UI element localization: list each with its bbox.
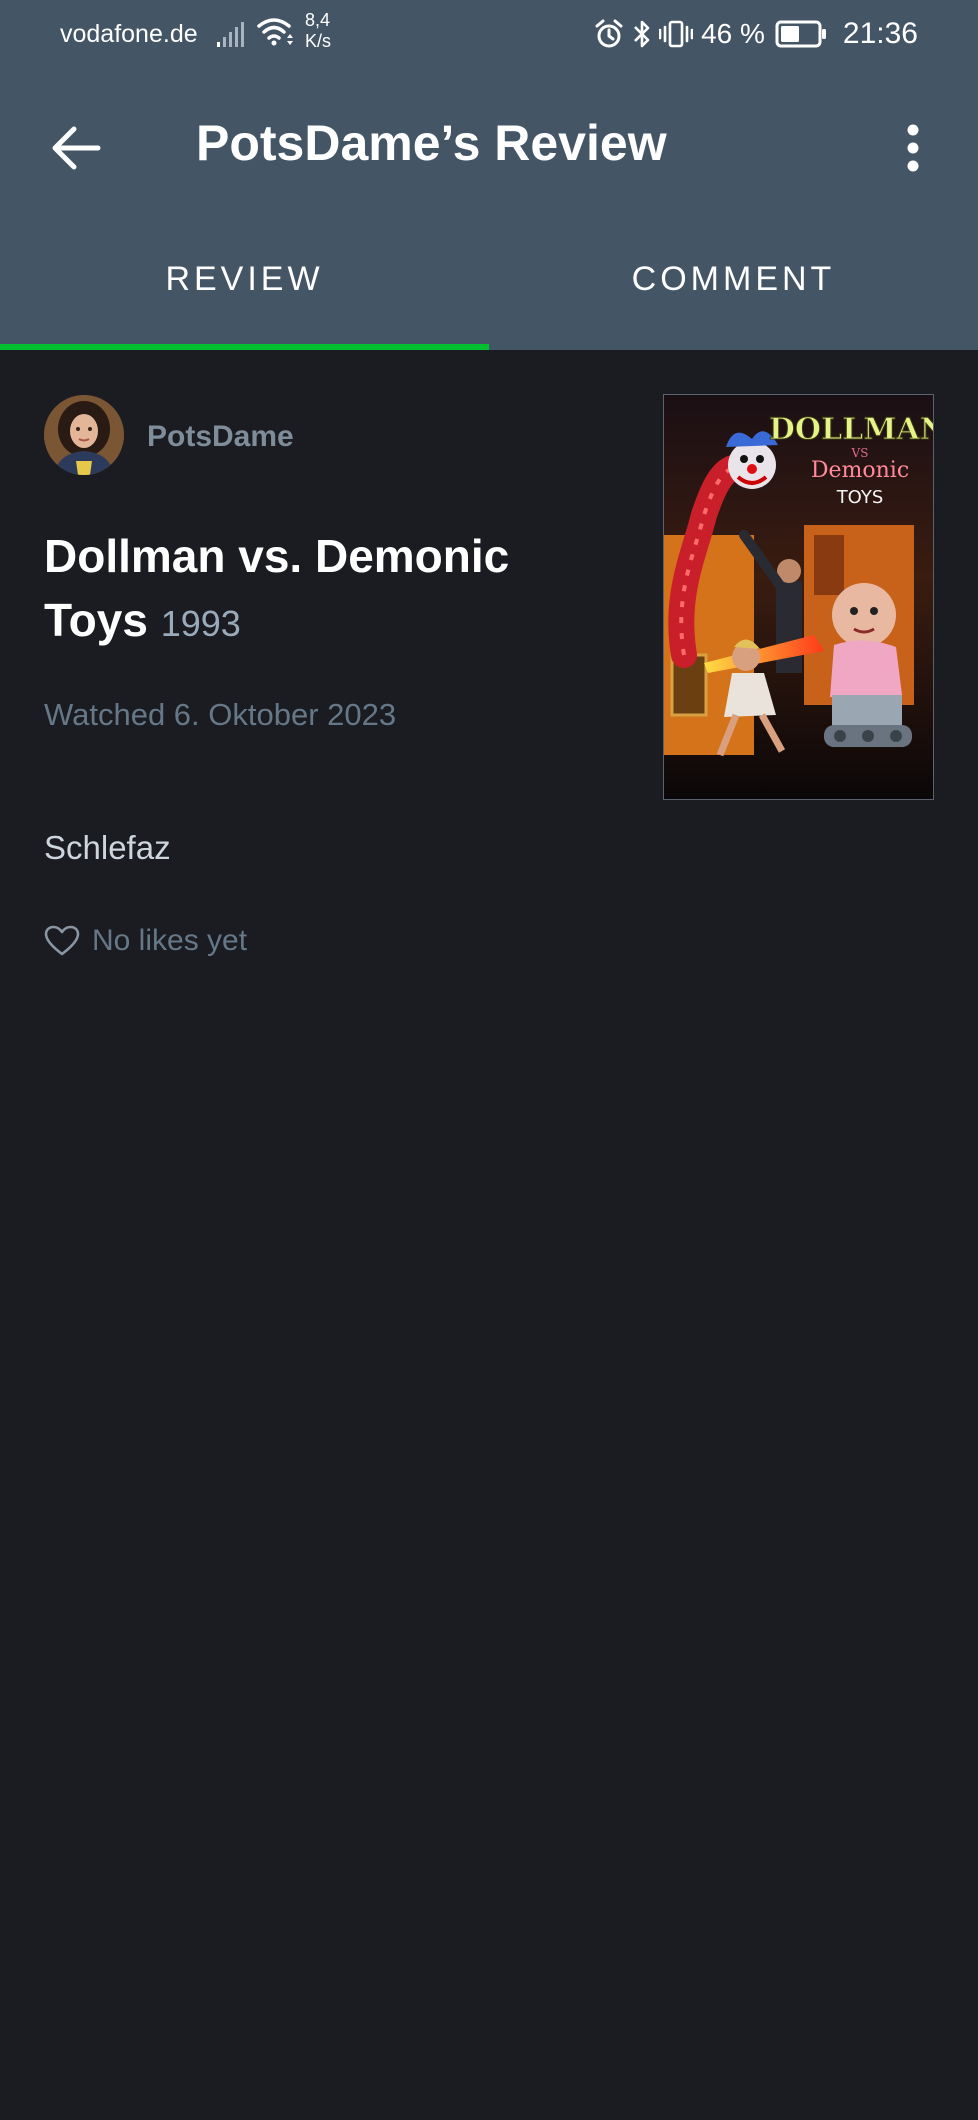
avatar[interactable] (44, 395, 124, 475)
status-icons: 46 % 21:36 (593, 16, 918, 52)
film-title[interactable]: Dollman vs. Demonic Toys 1993 (44, 524, 624, 656)
more-options-button[interactable] (888, 116, 938, 180)
network-speed: 8,4 K/s (305, 10, 331, 52)
likes-row[interactable]: No likes yet (44, 921, 247, 961)
poster-title-line3: Demonic (811, 458, 909, 483)
poster-title-line1: DOLLMAN (769, 412, 933, 447)
film-poster[interactable]: DOLLMAN VS Demonic TOYS (663, 394, 934, 800)
carrier-name: vodafone.de (60, 20, 198, 48)
signal-icon (217, 22, 244, 47)
app-header: PotsDame’s Review REVIEW COMMENT (0, 70, 978, 350)
page-title: PotsDame’s Review (196, 115, 667, 171)
film-title-text: Dollman vs. Demonic Toys (44, 530, 510, 646)
vibrate-icon (659, 20, 694, 48)
poster-artwork: DOLLMAN VS Demonic TOYS (664, 395, 933, 799)
review-text: Schlefaz (44, 829, 171, 866)
status-bar: vodafone.de 8,4 K/s 46 % 21:36 (0, 0, 978, 70)
network-speed-unit: K/s (305, 31, 332, 51)
avatar-image (44, 395, 124, 475)
tab-review[interactable]: REVIEW (0, 240, 489, 350)
more-vertical-icon (907, 124, 919, 172)
film-year: 1993 (160, 603, 241, 644)
likes-count: No likes yet (92, 924, 248, 957)
tab-bar: REVIEW COMMENT (0, 240, 978, 350)
battery-percent: 46 % (701, 18, 765, 49)
author-name[interactable]: PotsDame (147, 420, 294, 454)
battery-icon (775, 20, 826, 48)
back-button[interactable] (44, 116, 108, 180)
alarm-icon (595, 19, 623, 48)
bluetooth-icon (634, 20, 650, 48)
clock: 21:36 (842, 17, 918, 50)
heart-icon[interactable] (44, 925, 80, 957)
watched-date: Watched 6. Oktober 2023 (44, 697, 397, 732)
wifi-icon (257, 18, 293, 46)
tab-comment[interactable]: COMMENT (489, 240, 978, 350)
back-arrow-icon (52, 126, 101, 170)
network-speed-value: 8,4 (305, 10, 331, 30)
poster-title-line4: TOYS (836, 487, 884, 508)
